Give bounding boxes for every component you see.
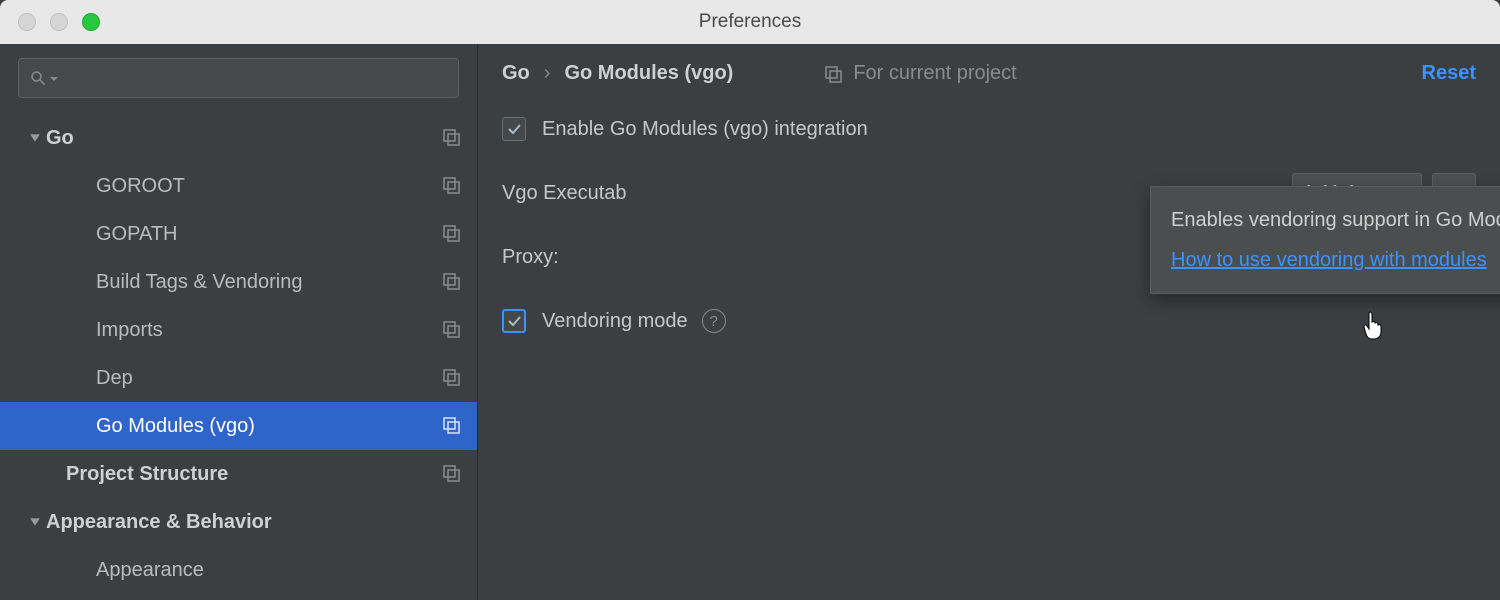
chevron-right-icon: › <box>544 62 551 85</box>
search-icon <box>29 69 47 87</box>
vendoring-row: Vendoring mode ? <box>502 299 1476 343</box>
content-panel: Go › Go Modules (vgo) For current projec… <box>478 44 1500 600</box>
tree-label: GOPATH <box>96 223 433 246</box>
tree-item-gopath[interactable]: GOPATH <box>0 210 477 258</box>
enable-row: Enable Go Modules (vgo) integration <box>502 107 1476 151</box>
breadcrumb: Go › Go Modules (vgo) For current projec… <box>502 62 1476 85</box>
tooltip-link[interactable]: How to use vendoring with modules <box>1171 249 1487 271</box>
tree-item-imports[interactable]: Imports <box>0 306 477 354</box>
tree-item-buildtags[interactable]: Build Tags & Vendoring <box>0 258 477 306</box>
reset-link[interactable]: Reset <box>1422 62 1476 85</box>
enable-label: Enable Go Modules (vgo) integration <box>542 118 868 141</box>
tooltip: Enables vendoring support in Go Modules … <box>1150 186 1500 294</box>
project-scope-icon <box>441 175 463 197</box>
project-scope-icon <box>441 415 463 437</box>
titlebar: Preferences <box>0 0 1500 44</box>
sidebar: Go GOROOT GOPATH Build Tags & Vendoring … <box>0 44 478 600</box>
search-input[interactable] <box>65 68 448 89</box>
tree-item-project-structure[interactable]: Project Structure <box>0 450 477 498</box>
vendoring-label: Vendoring mode <box>542 310 688 333</box>
settings-tree: Go GOROOT GOPATH Build Tags & Vendoring … <box>0 108 477 594</box>
exec-label: Vgo Executab <box>502 182 672 205</box>
minimize-button[interactable] <box>50 13 68 31</box>
tree-label: Project Structure <box>66 463 433 486</box>
enable-checkbox[interactable] <box>502 117 526 141</box>
breadcrumb-leaf: Go Modules (vgo) <box>564 62 733 85</box>
chevron-down-icon[interactable] <box>24 516 46 528</box>
tree-label: Build Tags & Vendoring <box>96 271 433 294</box>
project-scope-icon <box>441 367 463 389</box>
maximize-button[interactable] <box>82 13 100 31</box>
chevron-down-icon[interactable] <box>24 132 46 144</box>
tree-label: Go Modules (vgo) <box>96 415 433 438</box>
tree-label: Dep <box>96 367 433 390</box>
proxy-label: Proxy: <box>502 246 672 269</box>
tree-item-appearance-behavior[interactable]: Appearance & Behavior <box>0 498 477 546</box>
project-scope-icon <box>441 223 463 245</box>
tree-item-gomodules[interactable]: Go Modules (vgo) <box>0 402 477 450</box>
project-scope-icon <box>441 463 463 485</box>
tree-item-dep[interactable]: Dep <box>0 354 477 402</box>
project-scope-icon <box>823 64 843 84</box>
scope-label: For current project <box>853 62 1016 85</box>
close-button[interactable] <box>18 13 36 31</box>
tree-label: Appearance & Behavior <box>46 511 463 534</box>
tree-label: Imports <box>96 319 433 342</box>
tree-label: Go <box>46 127 433 150</box>
tree-item-appearance[interactable]: Appearance <box>0 546 477 594</box>
tooltip-text: Enables vendoring support in Go Modules … <box>1171 205 1500 235</box>
tree-label: Appearance <box>96 559 463 582</box>
search-box[interactable] <box>18 58 459 98</box>
tree-item-go[interactable]: Go <box>0 114 477 162</box>
tree-item-goroot[interactable]: GOROOT <box>0 162 477 210</box>
breadcrumb-root[interactable]: Go <box>502 62 530 85</box>
project-scope-icon <box>441 127 463 149</box>
tree-label: GOROOT <box>96 175 433 198</box>
help-icon[interactable]: ? <box>702 309 726 333</box>
window-title: Preferences <box>699 11 801 33</box>
vendoring-checkbox[interactable] <box>502 309 526 333</box>
search-dropdown-icon[interactable] <box>49 67 59 90</box>
project-scope-icon <box>441 271 463 293</box>
project-scope-icon <box>441 319 463 341</box>
scope-indicator: For current project <box>823 62 1016 85</box>
traffic-lights <box>0 13 100 31</box>
